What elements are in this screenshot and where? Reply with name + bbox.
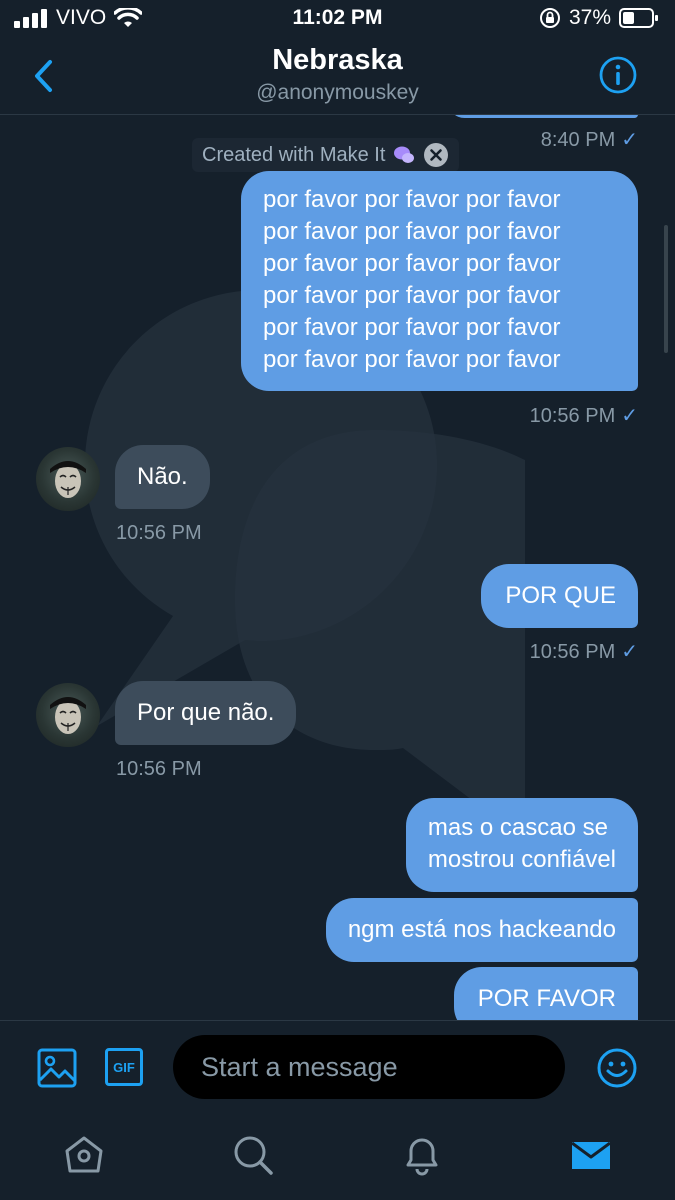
sent-message-bubble[interactable]: POR FAVOR (453, 967, 638, 1020)
received-message-bubble[interactable]: Por que não. (115, 681, 297, 745)
message-line: por favor por favor por favor (263, 314, 561, 341)
sent-message-bubble[interactable]: POR QUE (481, 564, 638, 628)
message-timestamp: 10:56 PM ✓ (529, 405, 638, 427)
gif-button[interactable]: GIF (105, 1048, 143, 1086)
home-icon (65, 1136, 103, 1173)
message-line: por favor por favor por favor (263, 346, 561, 373)
info-icon (599, 56, 637, 94)
watermark-text: Created with Make It (202, 143, 386, 166)
message-text: ngm está nos hackeando (347, 916, 616, 943)
info-button[interactable] (599, 56, 637, 94)
conversation-header: Nebraska @anonymouskey (0, 38, 675, 115)
notifications-icon (406, 1138, 438, 1176)
message-timestamp: 10:56 PM (116, 758, 202, 780)
conversation-title: Nebraska (272, 44, 403, 76)
image-icon (37, 1048, 77, 1088)
message-text: POR FAVOR (477, 985, 616, 1012)
message-timestamp: 8:40 PM ✓ (540, 129, 638, 151)
avatar[interactable] (36, 683, 100, 747)
message-text: Não. (137, 463, 188, 490)
messages-icon (571, 1141, 611, 1169)
message-timestamp: 10:56 PM ✓ (529, 641, 638, 663)
tab-home[interactable] (62, 1133, 106, 1177)
bottom-tab-bar (0, 1115, 675, 1200)
message-thread[interactable]: 8:40 PM ✓ Created with Make It por favor … (0, 115, 675, 1020)
message-input[interactable] (173, 1035, 565, 1099)
message-line: por favor por favor por favor (263, 186, 561, 213)
sent-message-bubble[interactable]: ngm está nos hackeando (325, 898, 638, 962)
sent-message-bubble[interactable] (448, 115, 638, 118)
mask-avatar-icon (50, 697, 86, 734)
received-message-bubble[interactable]: Não. (115, 445, 210, 509)
message-line: por favor por favor por favor (263, 250, 561, 277)
read-check-icon: ✓ (621, 129, 638, 151)
sent-message-bubble[interactable]: por favor por favor por favor por favor … (241, 171, 638, 391)
message-timestamp: 10:56 PM (116, 522, 202, 544)
emoji-icon (597, 1048, 637, 1088)
close-icon[interactable] (423, 142, 449, 168)
bubbles-icon (394, 146, 415, 163)
message-line: mostrou confiável (427, 846, 616, 873)
sent-message-bubble[interactable]: mas o cascao se mostrou confiável (405, 798, 638, 892)
message-text: Por que não. (137, 699, 275, 726)
battery-icon (619, 8, 658, 28)
mask-avatar-icon (50, 461, 86, 498)
conversation-handle: @anonymouskey (256, 81, 419, 104)
message-line: por favor por favor por favor (263, 218, 561, 245)
read-check-icon: ✓ (621, 641, 638, 663)
message-text: POR QUE (505, 582, 616, 609)
emoji-button[interactable] (596, 1047, 638, 1089)
gif-label: GIF (113, 1059, 135, 1075)
tab-notifications[interactable] (400, 1133, 444, 1177)
message-composer: GIF (0, 1020, 675, 1116)
tab-search[interactable] (231, 1133, 275, 1177)
status-right: 37% (539, 6, 659, 30)
add-image-button[interactable] (37, 1048, 77, 1088)
message-line: mas o cascao se (427, 814, 608, 841)
avatar[interactable] (36, 447, 100, 511)
watermark-label: Created with Make It (192, 138, 460, 172)
read-check-icon: ✓ (621, 405, 638, 427)
scrollbar[interactable] (664, 225, 668, 353)
rotation-lock-icon (539, 8, 560, 28)
status-bar: VIVO 11:02 PM 37% (0, 0, 675, 38)
tab-messages[interactable] (569, 1133, 613, 1177)
message-line: por favor por favor por favor (263, 282, 561, 309)
search-icon (234, 1136, 273, 1175)
battery-percent: 37% (568, 6, 611, 29)
